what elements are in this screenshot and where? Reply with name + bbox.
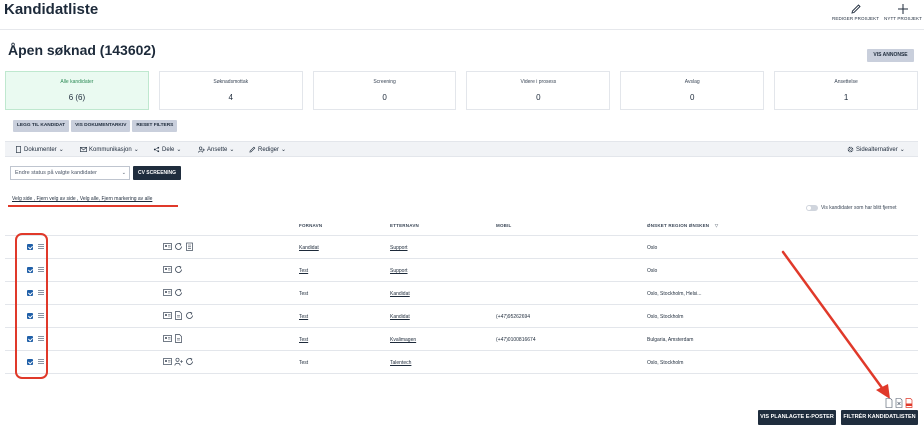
excel-export-icon[interactable] xyxy=(895,398,903,408)
pdf-export-icon[interactable] xyxy=(905,398,913,408)
export-icons xyxy=(885,398,913,408)
annotation-arrow xyxy=(781,250,890,399)
planned-emails-button[interactable]: VIS PLANLAGTE E-POSTER xyxy=(758,410,836,425)
csv-export-icon[interactable] xyxy=(885,398,893,408)
filter-list-button[interactable]: FILTRÉR KANDIDATLISTEN xyxy=(841,410,918,425)
